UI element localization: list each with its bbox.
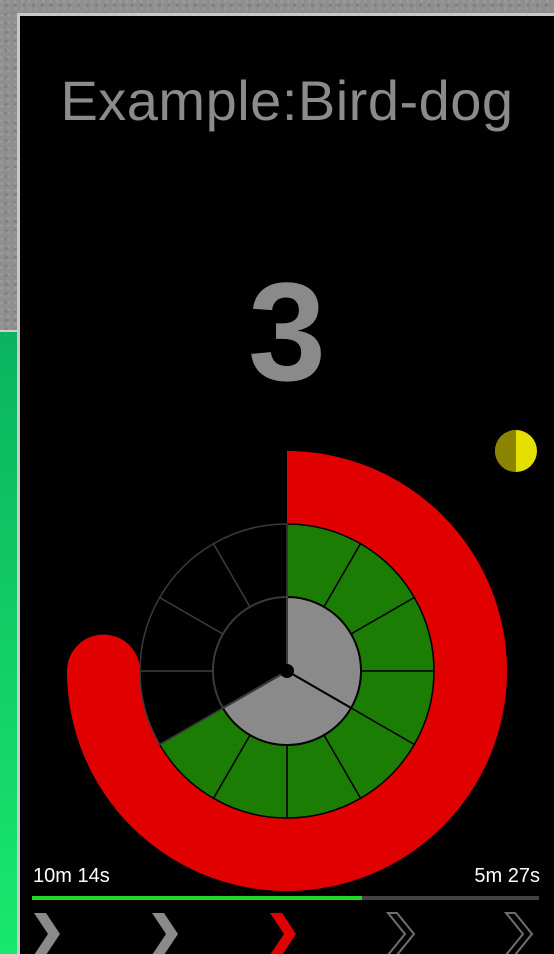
- chevron-right-icon[interactable]: [152, 913, 178, 954]
- chevron-right-icon[interactable]: [385, 912, 416, 954]
- chevron-right-icon[interactable]: [34, 913, 60, 954]
- workout-screen: Example:Bird-dog 3 10m 14s 5m 27s: [17, 13, 554, 954]
- chevron-right-icon[interactable]: [503, 912, 534, 954]
- step-navigation: [34, 912, 534, 954]
- chevron-right-icon[interactable]: [270, 913, 296, 954]
